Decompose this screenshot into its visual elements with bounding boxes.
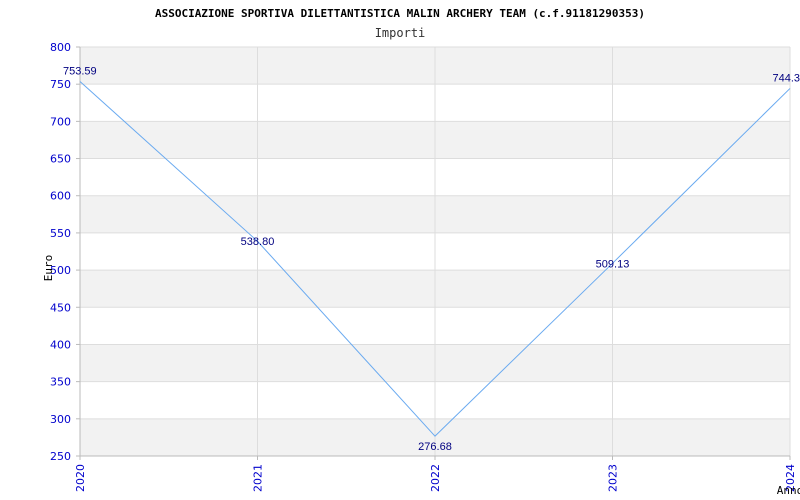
x-tick-label: 2021 — [252, 464, 265, 492]
y-tick-label: 350 — [50, 376, 71, 389]
data-label: 276.68 — [418, 441, 452, 453]
y-tick-label: 450 — [50, 301, 71, 314]
data-label: 509.13 — [596, 258, 630, 270]
line-chart: 250300350400450500550600650700750800 202… — [42, 41, 800, 497]
data-label: 753.59 — [63, 66, 97, 78]
x-tick-label: 2022 — [429, 464, 442, 492]
x-tick-label: 2020 — [74, 464, 87, 492]
y-tick-label: 650 — [50, 153, 71, 166]
x-tick-labels: 2020 2021 2022 2023 2024 — [74, 456, 797, 492]
y-tick-label: 300 — [50, 413, 71, 426]
y-tick-label: 750 — [50, 78, 71, 91]
y-tick-label: 700 — [50, 115, 71, 128]
y-tick-label: 550 — [50, 227, 71, 240]
y-tick-label: 400 — [50, 338, 71, 351]
data-label: 538.80 — [241, 236, 275, 248]
x-tick-label: 2023 — [607, 464, 620, 492]
y-axis-label: Euro — [42, 255, 55, 282]
x-axis-label: Anno — [777, 484, 800, 497]
y-tick-labels: 250300350400450500550600650700750800 — [50, 41, 80, 463]
y-tick-label: 800 — [50, 41, 71, 54]
y-tick-label: 600 — [50, 190, 71, 203]
data-label: 744.3 — [772, 72, 800, 84]
y-tick-label: 250 — [50, 450, 71, 463]
